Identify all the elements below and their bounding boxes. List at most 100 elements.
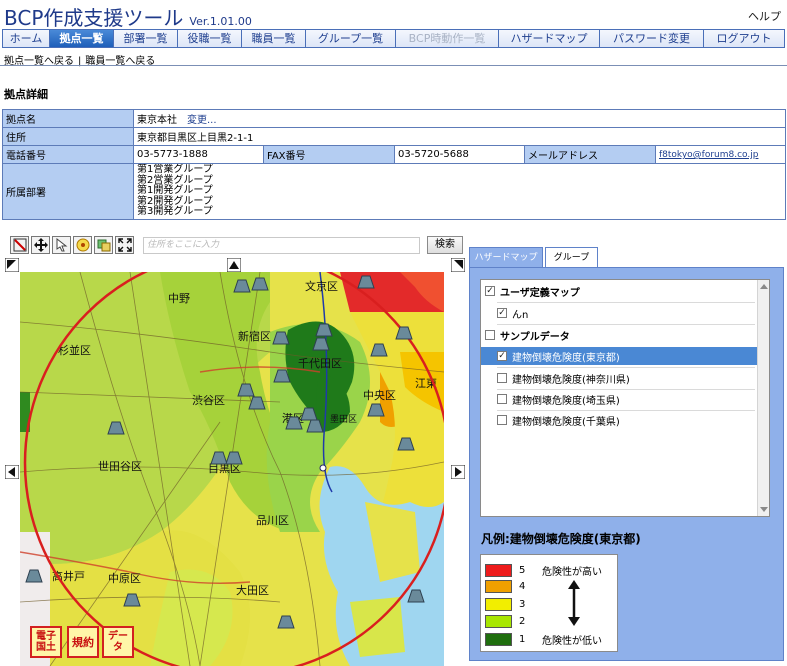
corner-ne-button[interactable] [450, 257, 466, 273]
layer-label: ユーザ定義マップ [500, 287, 580, 299]
draw-line-button[interactable] [10, 236, 29, 254]
legend-row: 1 [485, 632, 525, 646]
pan-right-button[interactable] [450, 464, 466, 480]
legend-swatch [485, 632, 512, 646]
pan-button[interactable] [31, 236, 50, 254]
subnav-divider [0, 65, 787, 66]
legend-row: 3 [485, 597, 525, 611]
list-item: 第2営業グループ [137, 174, 213, 186]
legend-value: 2 [519, 615, 526, 627]
layer-checkbox[interactable] [497, 373, 507, 383]
denshi-kokudo-badge[interactable]: 電子国土 [30, 626, 62, 658]
tab-group-panel[interactable]: グループ [545, 247, 598, 268]
layer-checkbox[interactable]: ✓ [497, 351, 507, 361]
address-label: 住所 [2, 127, 134, 146]
site-detail-table: 拠点名 東京本社 変更... 住所 東京都目黒区上目黒2-1-1 電話番号 03-… [2, 109, 787, 220]
tab-positions[interactable]: 役職一覧 [177, 29, 241, 48]
page-title: 拠点詳細 [4, 88, 48, 101]
change-link[interactable]: 変更... [187, 115, 217, 126]
table-row: 所属部署 第1営業グループ 第2営業グループ 第1開発グループ 第2開発グループ… [2, 163, 787, 220]
layer-scrollbar[interactable] [757, 280, 769, 516]
layer-item-user-maps[interactable]: ✓ ユーザ定義マップ [485, 282, 580, 300]
legend-value: 1 [519, 633, 526, 645]
data-badge[interactable]: データ [102, 626, 134, 658]
help-link[interactable]: ヘルプ [748, 8, 781, 24]
scroll-down-icon[interactable] [760, 507, 768, 512]
tab-sites[interactable]: 拠点一覧 [49, 29, 113, 48]
layer-checkbox[interactable]: ✓ [497, 308, 507, 318]
layer-item-custom[interactable]: ✓ んn [497, 304, 528, 322]
pan-left-button[interactable] [4, 464, 20, 480]
layer-item-sample-data[interactable]: サンプルデータ [485, 326, 570, 344]
address-search-input[interactable]: 住所をここに入力 [143, 237, 420, 254]
radius-circle-icon [76, 238, 89, 252]
layer-divider [497, 367, 755, 368]
layer-checkbox[interactable] [485, 330, 495, 340]
home-site-marker[interactable] [319, 464, 327, 472]
map-label-nakahara: 中原区 [108, 572, 141, 585]
arrow-left-icon [4, 464, 20, 480]
legend-row: 4 [485, 579, 525, 593]
layer-item-saitama[interactable]: 建物倒壊危険度(埼玉県) [497, 390, 620, 408]
app-title-text: BCP作成支援ツール [4, 6, 184, 30]
layer-label: 建物倒壊危険度(千葉県) [512, 416, 620, 428]
tab-staff[interactable]: 職員一覧 [241, 29, 305, 48]
corner-ne-icon [450, 257, 466, 273]
pan-up-button[interactable] [226, 257, 242, 273]
layer-divider [497, 302, 755, 303]
layer-checkbox[interactable] [497, 394, 507, 404]
mail-cell: f8tokyo@forum8.co.jp [654, 145, 787, 164]
select-button[interactable] [52, 236, 71, 254]
layer-list: ✓ ユーザ定義マップ ✓ んn サンプルデータ ✓ 建物倒壊危険度(東京都) 建物倒壊… [480, 279, 770, 517]
table-row: 電話番号 03-5773-1888 FAX番号 03-5720-5688 メール… [2, 145, 787, 164]
layer-item-tokyo[interactable]: ✓ 建物倒壊危険度(東京都) [481, 347, 757, 365]
corner-nw-button[interactable] [4, 257, 20, 273]
scroll-up-icon[interactable] [760, 284, 768, 289]
list-item: 第1営業グループ [137, 164, 213, 176]
tab-home[interactable]: ホーム [2, 29, 49, 48]
panel-tabs: ハザードマップ グループ [469, 247, 598, 269]
terms-badge[interactable]: 規約 [67, 626, 99, 658]
map-label-sumida: 墨田区 [330, 414, 357, 425]
site-name-cell: 東京本社 変更... [132, 109, 787, 128]
legend-low-label: 危険性が低い [542, 636, 602, 647]
layer-item-chiba[interactable]: 建物倒壊危険度(千葉県) [497, 411, 620, 429]
list-item: 第2開発グループ [137, 195, 213, 207]
radius-button[interactable] [73, 236, 92, 254]
tab-hazard-map-panel[interactable]: ハザードマップ [469, 247, 543, 269]
app-title: BCP作成支援ツール Ver.1.01.00 [4, 2, 252, 31]
map-label-nakano: 中野 [168, 292, 190, 305]
map-label-suginami: 杉並区 [58, 343, 91, 357]
legend-high-label: 危険性が高い [542, 567, 602, 578]
address-value: 東京都目黒区上目黒2-1-1 [132, 127, 787, 146]
fullscreen-button[interactable] [115, 236, 134, 254]
tab-hazard-map[interactable]: ハザードマップ [498, 29, 599, 48]
search-button[interactable]: 検索 [427, 236, 463, 254]
layer-divider [497, 324, 755, 325]
layer-map-icon [97, 239, 110, 252]
layer-checkbox[interactable] [497, 415, 507, 425]
main-nav: ホーム 拠点一覧 部署一覧 役職一覧 職員一覧 グループ一覧 BCP時動作一覧 … [2, 29, 785, 48]
layer-button[interactable] [94, 236, 113, 254]
legend-swatch [485, 614, 512, 628]
tab-password-change[interactable]: パスワード変更 [599, 29, 703, 48]
map-label-chiyoda: 千代田区 [298, 357, 342, 370]
layer-label: 建物倒壊危険度(東京都) [512, 352, 620, 364]
site-name-value: 東京本社 [137, 115, 177, 126]
hazard-map[interactable]: 中野 文京区 杉並区 新宿区 千代田区 渋谷区 中央区 江東 港区 世田谷区 目… [20, 272, 444, 666]
map-label-bunkyo: 文京区 [305, 279, 338, 293]
table-row: 拠点名 東京本社 変更... [2, 109, 787, 128]
list-item: 第3開発グループ [137, 206, 213, 218]
layer-item-kanagawa[interactable]: 建物倒壊危険度(神奈川県) [497, 369, 630, 387]
layer-checkbox[interactable]: ✓ [485, 286, 495, 296]
legend-row: 5 [485, 563, 525, 577]
move-arrows-icon [33, 238, 48, 252]
legend-swatch [485, 563, 512, 577]
mail-link[interactable]: f8tokyo@forum8.co.jp [659, 150, 758, 160]
tab-departments[interactable]: 部署一覧 [113, 29, 177, 48]
tab-logout[interactable]: ログアウト [703, 29, 785, 48]
arrow-up-icon [226, 257, 242, 273]
tel-value: 03-5773-1888 [133, 145, 264, 164]
tab-groups[interactable]: グループ一覧 [305, 29, 395, 48]
site-name-label: 拠点名 [2, 109, 134, 128]
